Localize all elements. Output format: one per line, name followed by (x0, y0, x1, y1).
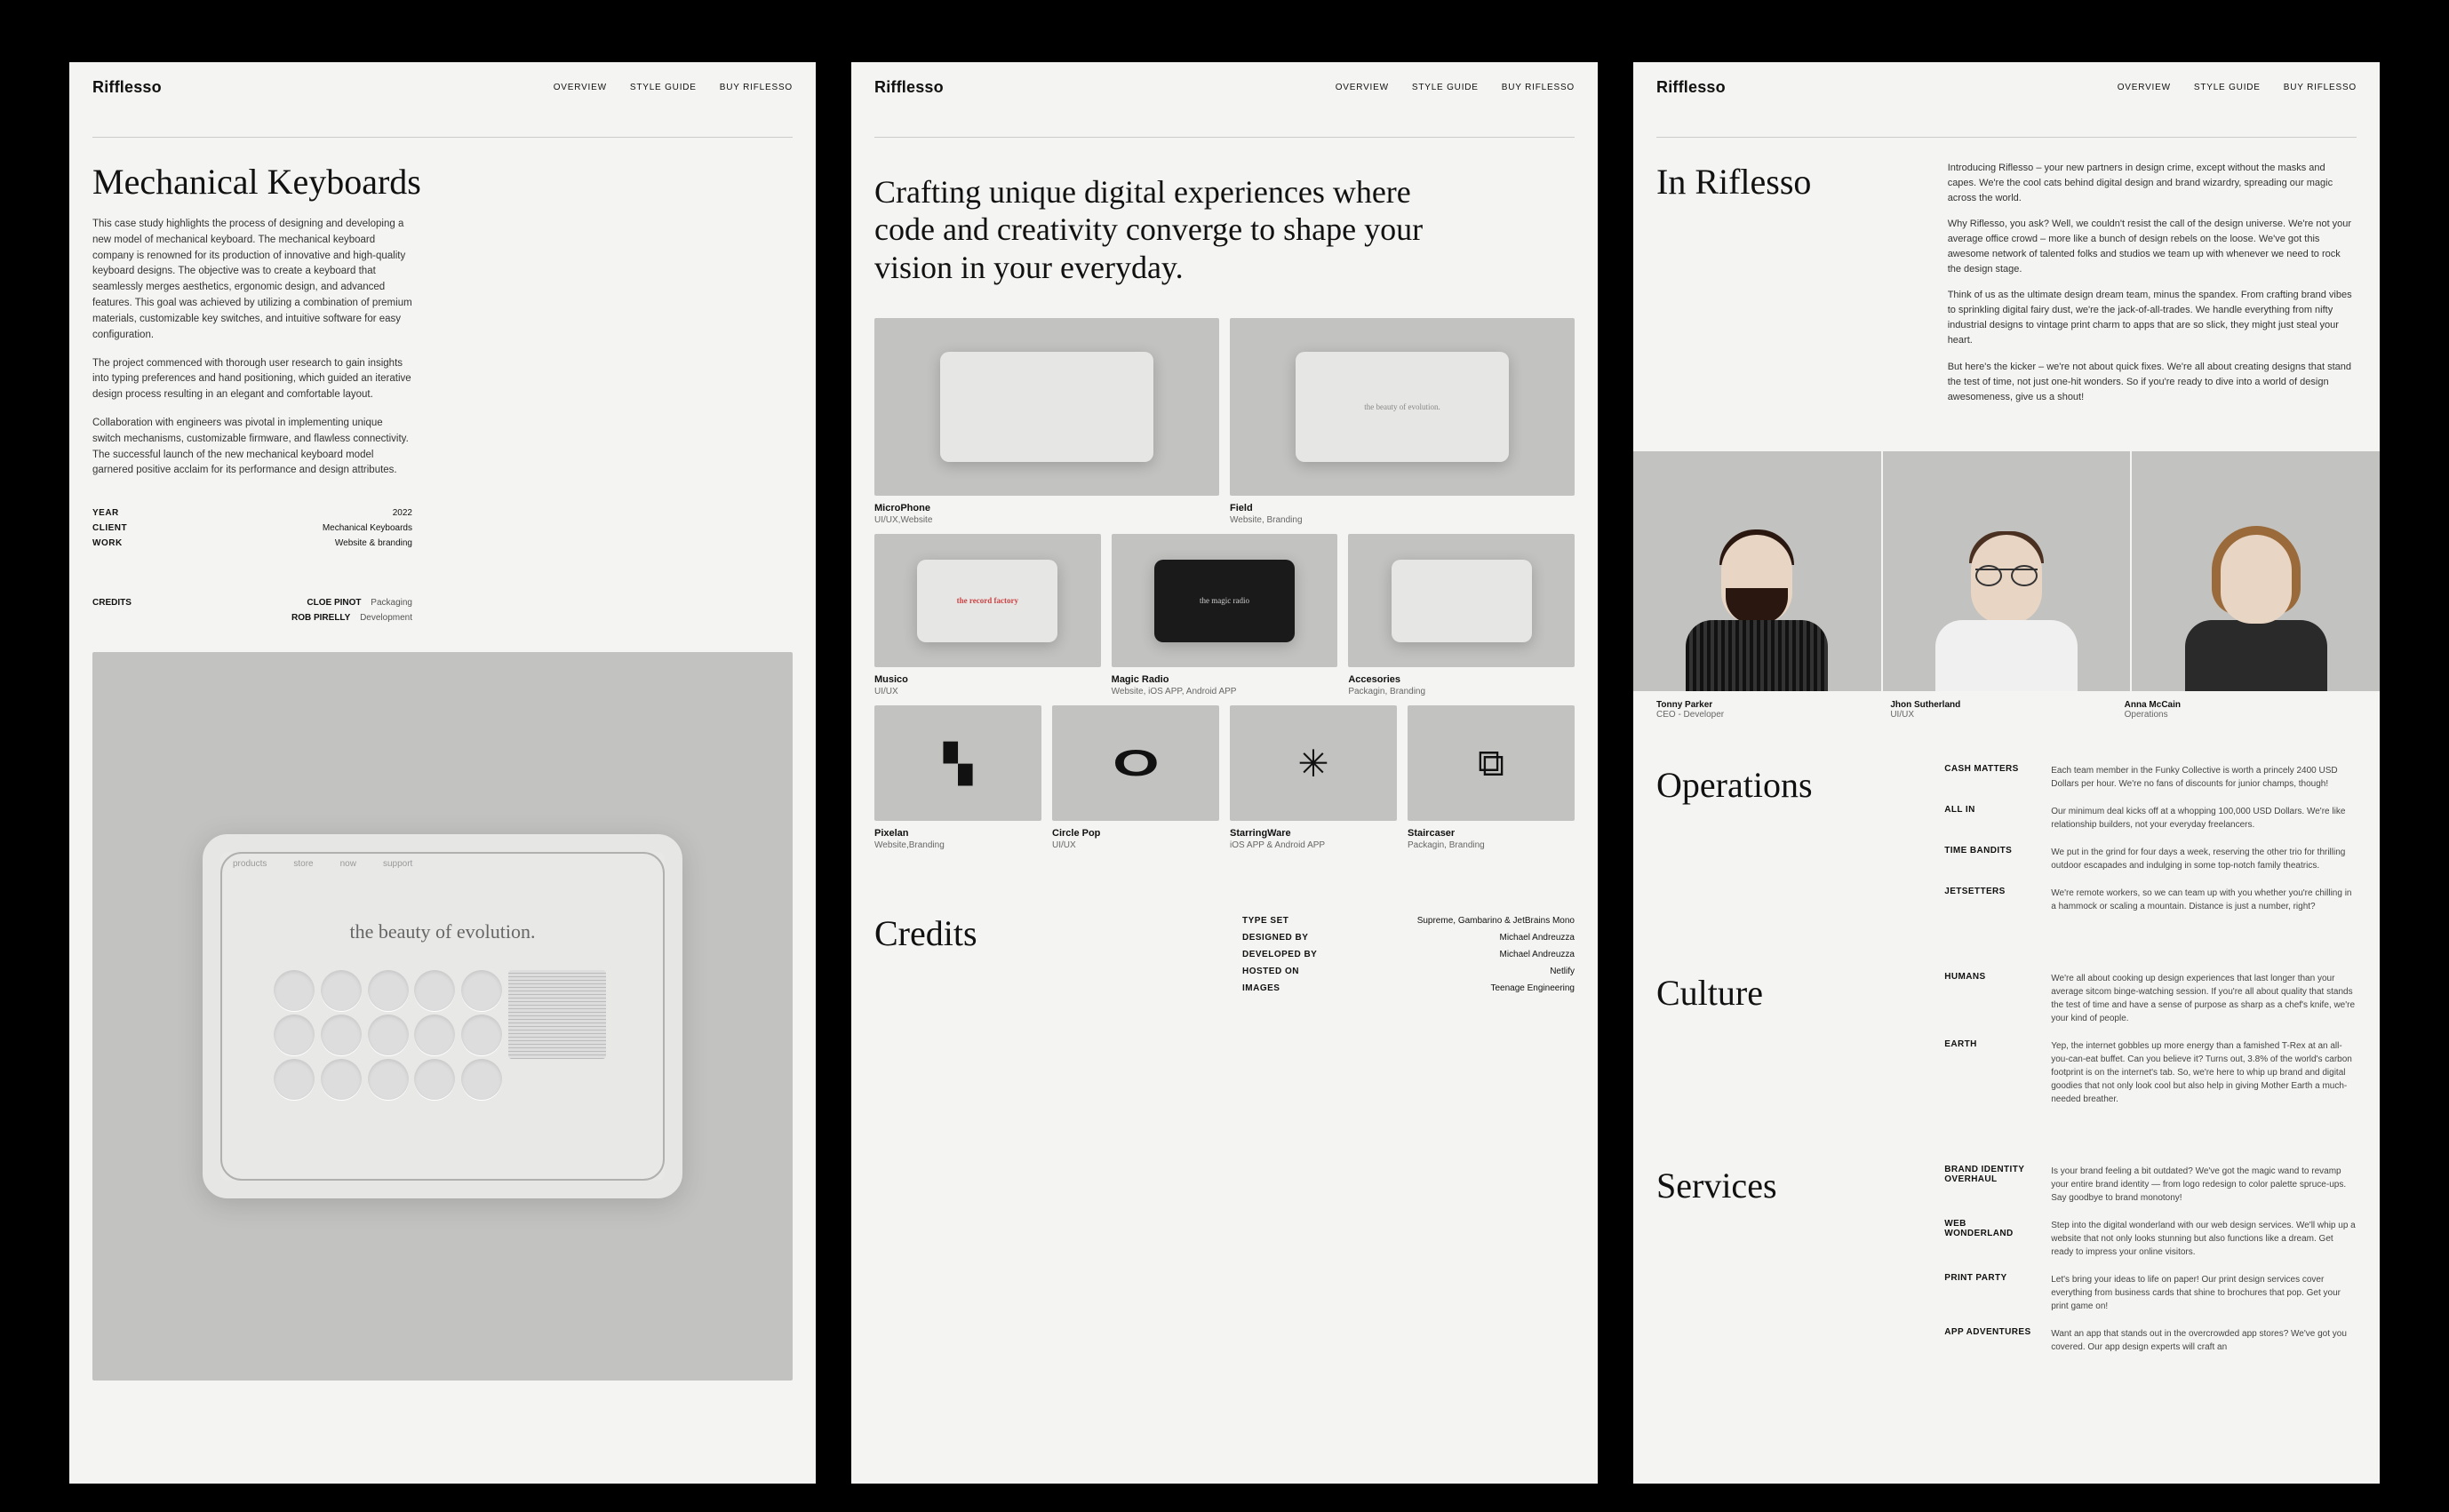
avatar (1633, 451, 1881, 691)
nav-links: OVERVIEW STYLE GUIDE BUY RIFLESSO (554, 83, 793, 92)
operations-section: Operations CASH MATTERSEach team member … (1656, 764, 2357, 927)
meta-block: YEAR2022 CLIENTMechanical Keyboards WORK… (92, 505, 793, 551)
pane-about: Rifflesso OVERVIEW STYLE GUIDE BUY RIFLE… (1633, 62, 2380, 1484)
nav-buy[interactable]: BUY RIFLESSO (720, 83, 793, 92)
card-pixelan[interactable]: ▚ Pixelan Website,Branding (874, 705, 1041, 859)
portfolio-row-1: MicroPhone UI/UX,Website the beauty of e… (874, 318, 1575, 534)
headline: Crafting unique digital experiences wher… (874, 173, 1479, 286)
avatar (1883, 451, 2131, 691)
credits-title: Credits (874, 912, 1207, 997)
nav-styleguide[interactable]: STYLE GUIDE (630, 83, 697, 92)
card-microphone[interactable]: MicroPhone UI/UX,Website (874, 318, 1219, 534)
nav-styleguide[interactable]: STYLE GUIDE (2194, 83, 2261, 92)
card-accesories[interactable]: Accesories Packagin, Branding (1348, 534, 1575, 705)
credits-section: Credits TYPE SETSupreme, Gambarino & Jet… (874, 912, 1575, 997)
nav-overview[interactable]: OVERVIEW (554, 83, 607, 92)
card-field[interactable]: the beauty of evolution. Field Website, … (1230, 318, 1575, 534)
portfolio-row-3: ▚ Pixelan Website,Branding O Circle Pop … (874, 705, 1575, 859)
case-body: This case study highlights the process o… (92, 217, 412, 479)
card-musico[interactable]: the record factory Musico UI/UX (874, 534, 1101, 705)
brand-logo[interactable]: Rifflesso (874, 78, 944, 97)
culture-section: Culture HUMANSWe're all about cooking up… (1656, 972, 2357, 1120)
services-section: Services BRAND IDENTITY OVERHAULIs your … (1656, 1165, 2357, 1368)
nav-overview[interactable]: OVERVIEW (2118, 83, 2171, 92)
top-nav: Rifflesso OVERVIEW STYLE GUIDE BUY RIFLE… (69, 62, 816, 110)
pane-case-study: Rifflesso OVERVIEW STYLE GUIDE BUY RIFLE… (69, 62, 816, 1484)
intro-section: In Riflesso Introducing Riflesso – your … (1656, 161, 2357, 416)
brand-logo[interactable]: Rifflesso (1656, 78, 1726, 97)
tablet-mockup: productsstorenowsupport the beauty of ev… (203, 834, 682, 1198)
portfolio-row-2: the record factory Musico UI/UX the magi… (874, 534, 1575, 705)
card-magic-radio[interactable]: the magic radio Magic Radio Website, iOS… (1112, 534, 1338, 705)
brand-logo[interactable]: Rifflesso (92, 78, 162, 97)
top-nav: Rifflesso OVERVIEW STYLE GUIDE BUY RIFLE… (851, 62, 1598, 110)
card-starringware[interactable]: ✳ StarringWare iOS APP & Android APP (1230, 705, 1397, 859)
card-staircaser[interactable]: ⧉ Staircaser Packagin, Branding (1408, 705, 1575, 859)
card-circlepop[interactable]: O Circle Pop UI/UX (1052, 705, 1219, 859)
nav-styleguide[interactable]: STYLE GUIDE (1412, 83, 1479, 92)
asterisk-icon: ✳ (1297, 742, 1328, 785)
hero-image: productsstorenowsupport the beauty of ev… (92, 652, 793, 1381)
team-meta: Tonny ParkerCEO - Developer Jhon Sutherl… (1656, 700, 2357, 720)
credits-block: CREDITSCLOE PINOT Packaging ROB PIRELLY … (92, 595, 412, 625)
pixelan-icon: ▚ (944, 742, 972, 785)
top-nav: Rifflesso OVERVIEW STYLE GUIDE BUY RIFLE… (1633, 62, 2380, 110)
pane-portfolio: Rifflesso OVERVIEW STYLE GUIDE BUY RIFLE… (851, 62, 1598, 1484)
stair-icon: ⧉ (1478, 742, 1504, 785)
avatar (2132, 451, 2380, 691)
nav-buy[interactable]: BUY RIFLESSO (1502, 83, 1575, 92)
circle-icon: O (1113, 742, 1159, 784)
nav-buy[interactable]: BUY RIFLESSO (2284, 83, 2357, 92)
about-title: In Riflesso (1656, 161, 1912, 416)
nav-overview[interactable]: OVERVIEW (1336, 83, 1389, 92)
page-title: Mechanical Keyboards (92, 161, 793, 203)
team-photos (1633, 451, 2380, 691)
